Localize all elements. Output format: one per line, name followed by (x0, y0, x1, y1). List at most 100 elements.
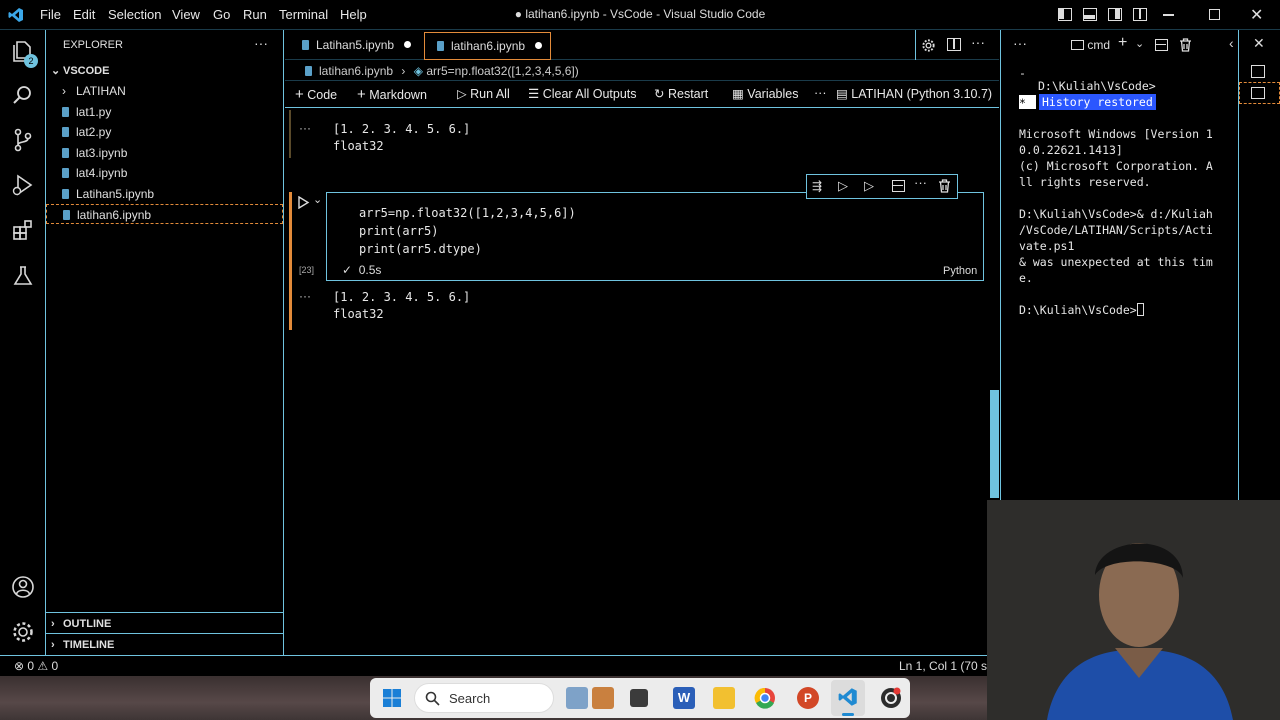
run-above-icon[interactable]: ▷ (838, 178, 848, 194)
chevron-left-icon[interactable]: ‹ (1229, 35, 1234, 51)
unsaved-dot-icon (404, 41, 412, 48)
close-window-icon[interactable]: ✕ (1250, 5, 1263, 25)
code-lines[interactable]: arr5=np.float32([1,2,3,4,5,6]) print(arr… (359, 204, 576, 258)
terminal-prompt[interactable]: D:\Kuliah\VsCode> (1019, 302, 1144, 318)
delete-cell-icon[interactable] (938, 179, 951, 193)
cell-toolbar (806, 174, 958, 199)
breadcrumb-file[interactable]: latihan6.ipynb (319, 64, 393, 78)
toggle-panel-icon[interactable] (1083, 8, 1097, 21)
file-item-selected[interactable]: latihan6.ipynb (46, 204, 283, 224)
account-icon[interactable] (10, 574, 36, 600)
terminal-shell-selector[interactable]: cmd (1071, 38, 1110, 52)
presenter-video (987, 500, 1280, 720)
problems-indicator[interactable]: ⊗ 0 ⚠ 0 (14, 659, 58, 673)
widgets-app-icon[interactable] (566, 687, 588, 709)
unsaved-dot-icon (535, 42, 543, 49)
explorer-more-button[interactable]: ··· (254, 35, 268, 51)
add-code-cell-button[interactable]: + Code (295, 86, 337, 103)
run-all-button[interactable]: ▷ Run All (457, 86, 510, 101)
new-terminal-icon[interactable]: + (1118, 34, 1127, 52)
taskbar-search[interactable]: Search (414, 683, 554, 713)
run-below-icon[interactable]: ▷ (864, 178, 874, 194)
toggle-secondary-sidebar-icon[interactable] (1108, 8, 1122, 21)
plus-icon: + (357, 86, 366, 103)
file-explorer-icon[interactable] (713, 687, 735, 709)
minimize-icon[interactable] (1163, 14, 1174, 16)
file-item[interactable]: Latihan5.ipynb (46, 184, 283, 204)
file-item[interactable]: lat4.ipynb (46, 163, 283, 183)
maximize-icon[interactable] (1209, 9, 1220, 20)
split-terminal-icon[interactable] (1155, 39, 1168, 51)
workspace-root[interactable]: ⌄ VSCODE (46, 61, 283, 81)
file-icon (62, 107, 69, 117)
toggle-sidebar-icon[interactable] (1058, 8, 1072, 21)
execution-status: ✓ 0.5s (342, 263, 382, 277)
terminal-line: vate.ps1 (1019, 239, 1075, 253)
customize-layout-icon[interactable] (1133, 8, 1147, 21)
kill-terminal-icon[interactable] (1179, 38, 1192, 52)
powerpoint-app-icon[interactable]: P (797, 687, 819, 709)
gear-icon[interactable] (921, 38, 936, 53)
cursor-position[interactable]: Ln 1, Col 1 (70 sel (899, 659, 996, 673)
breadcrumb: latihan6.ipynb › ◈ arr5=np.float32([1,2,… (305, 64, 579, 78)
file-item[interactable]: lat1.py (46, 102, 283, 122)
file-item[interactable]: lat3.ipynb (46, 143, 283, 163)
source-control-icon[interactable] (10, 127, 36, 153)
editor-more-button[interactable]: ··· (971, 34, 985, 50)
powershell-terminal-icon[interactable] (1251, 65, 1265, 78)
split-editor-icon[interactable] (947, 38, 961, 51)
restart-button[interactable]: ↻ Restart (654, 86, 708, 101)
tab-latihan6-active[interactable]: latihan6.ipynb (424, 32, 551, 60)
windows-start-icon[interactable] (382, 688, 402, 708)
outline-section[interactable]: › OUTLINE (46, 614, 283, 634)
breadcrumb-symbol[interactable]: arr5=np.float32([1,2,3,4,5,6]) (426, 64, 578, 78)
status-bar: ⊗ 0 ⚠ 0 Ln 1, Col 1 (70 sel (0, 655, 1000, 675)
extensions-icon[interactable] (10, 218, 36, 244)
clear-outputs-button[interactable]: ☰ Clear All Outputs (528, 86, 637, 101)
terminal-line: & was unexpected at this tim (1019, 255, 1213, 269)
store-app-icon[interactable] (592, 687, 614, 709)
cell-more-button[interactable]: ··· (914, 175, 927, 190)
file-icon (62, 189, 69, 199)
cmd-terminal-tab[interactable] (1239, 82, 1280, 104)
activity-bar: 2 (0, 30, 46, 655)
testing-flask-icon[interactable] (10, 263, 36, 289)
panel-more-button[interactable]: ··· (1013, 35, 1027, 51)
explorer-badge: 2 (24, 54, 38, 68)
terminal-history-restored: History restored (1039, 94, 1156, 110)
run-cell-icon[interactable] (297, 196, 310, 209)
output-more-button[interactable]: ··· (299, 121, 311, 135)
editor-scrollbar-thumb[interactable] (990, 390, 999, 498)
tab-latihan5[interactable]: Latihan5.ipynb (290, 32, 418, 60)
cell-focus-bar (289, 110, 291, 158)
cell-output: [1. 2. 3. 4. 5. 6.] float32 (333, 290, 471, 321)
code-line: print(arr5) (359, 224, 439, 238)
cell-language[interactable]: Python (943, 265, 977, 277)
folder-latihan[interactable]: › LATIHAN (46, 81, 283, 101)
execution-count: [23] (299, 265, 315, 275)
search-placeholder: Search (449, 691, 491, 706)
search-icon[interactable] (10, 82, 36, 108)
vscode-taskbar-active[interactable] (831, 680, 865, 716)
execute-above-icon[interactable]: ⇶ (812, 179, 822, 193)
run-options-chevron-icon[interactable]: ⌄ (313, 193, 322, 206)
divider (46, 612, 283, 613)
code-line: print(arr5.dtype) (359, 242, 482, 256)
obs-recorder-icon[interactable] (880, 687, 902, 709)
terminal-line: D:\Kuliah\VsCode>& d:/Kuliah (1019, 207, 1213, 221)
add-markdown-cell-button[interactable]: + Markdown (357, 86, 427, 103)
timeline-section[interactable]: › TIMELINE (46, 635, 283, 655)
chrome-icon[interactable] (754, 687, 776, 709)
close-panel-icon[interactable]: ✕ (1253, 35, 1265, 52)
chevron-down-icon[interactable]: ⌄ (1135, 37, 1144, 50)
terminal-app-icon[interactable] (630, 689, 648, 707)
toolbar-more-button[interactable]: ··· (814, 86, 827, 100)
split-cell-icon[interactable] (892, 180, 905, 192)
word-app-icon[interactable]: W (673, 687, 695, 709)
variables-button[interactable]: ▦ Variables (732, 86, 798, 101)
file-item[interactable]: lat2.py (46, 122, 283, 142)
kernel-picker[interactable]: ▤ LATIHAN (Python 3.10.7) (836, 86, 992, 101)
settings-gear-icon[interactable] (10, 619, 36, 645)
output-more-button[interactable]: ··· (299, 289, 311, 303)
run-debug-icon[interactable] (10, 172, 36, 198)
